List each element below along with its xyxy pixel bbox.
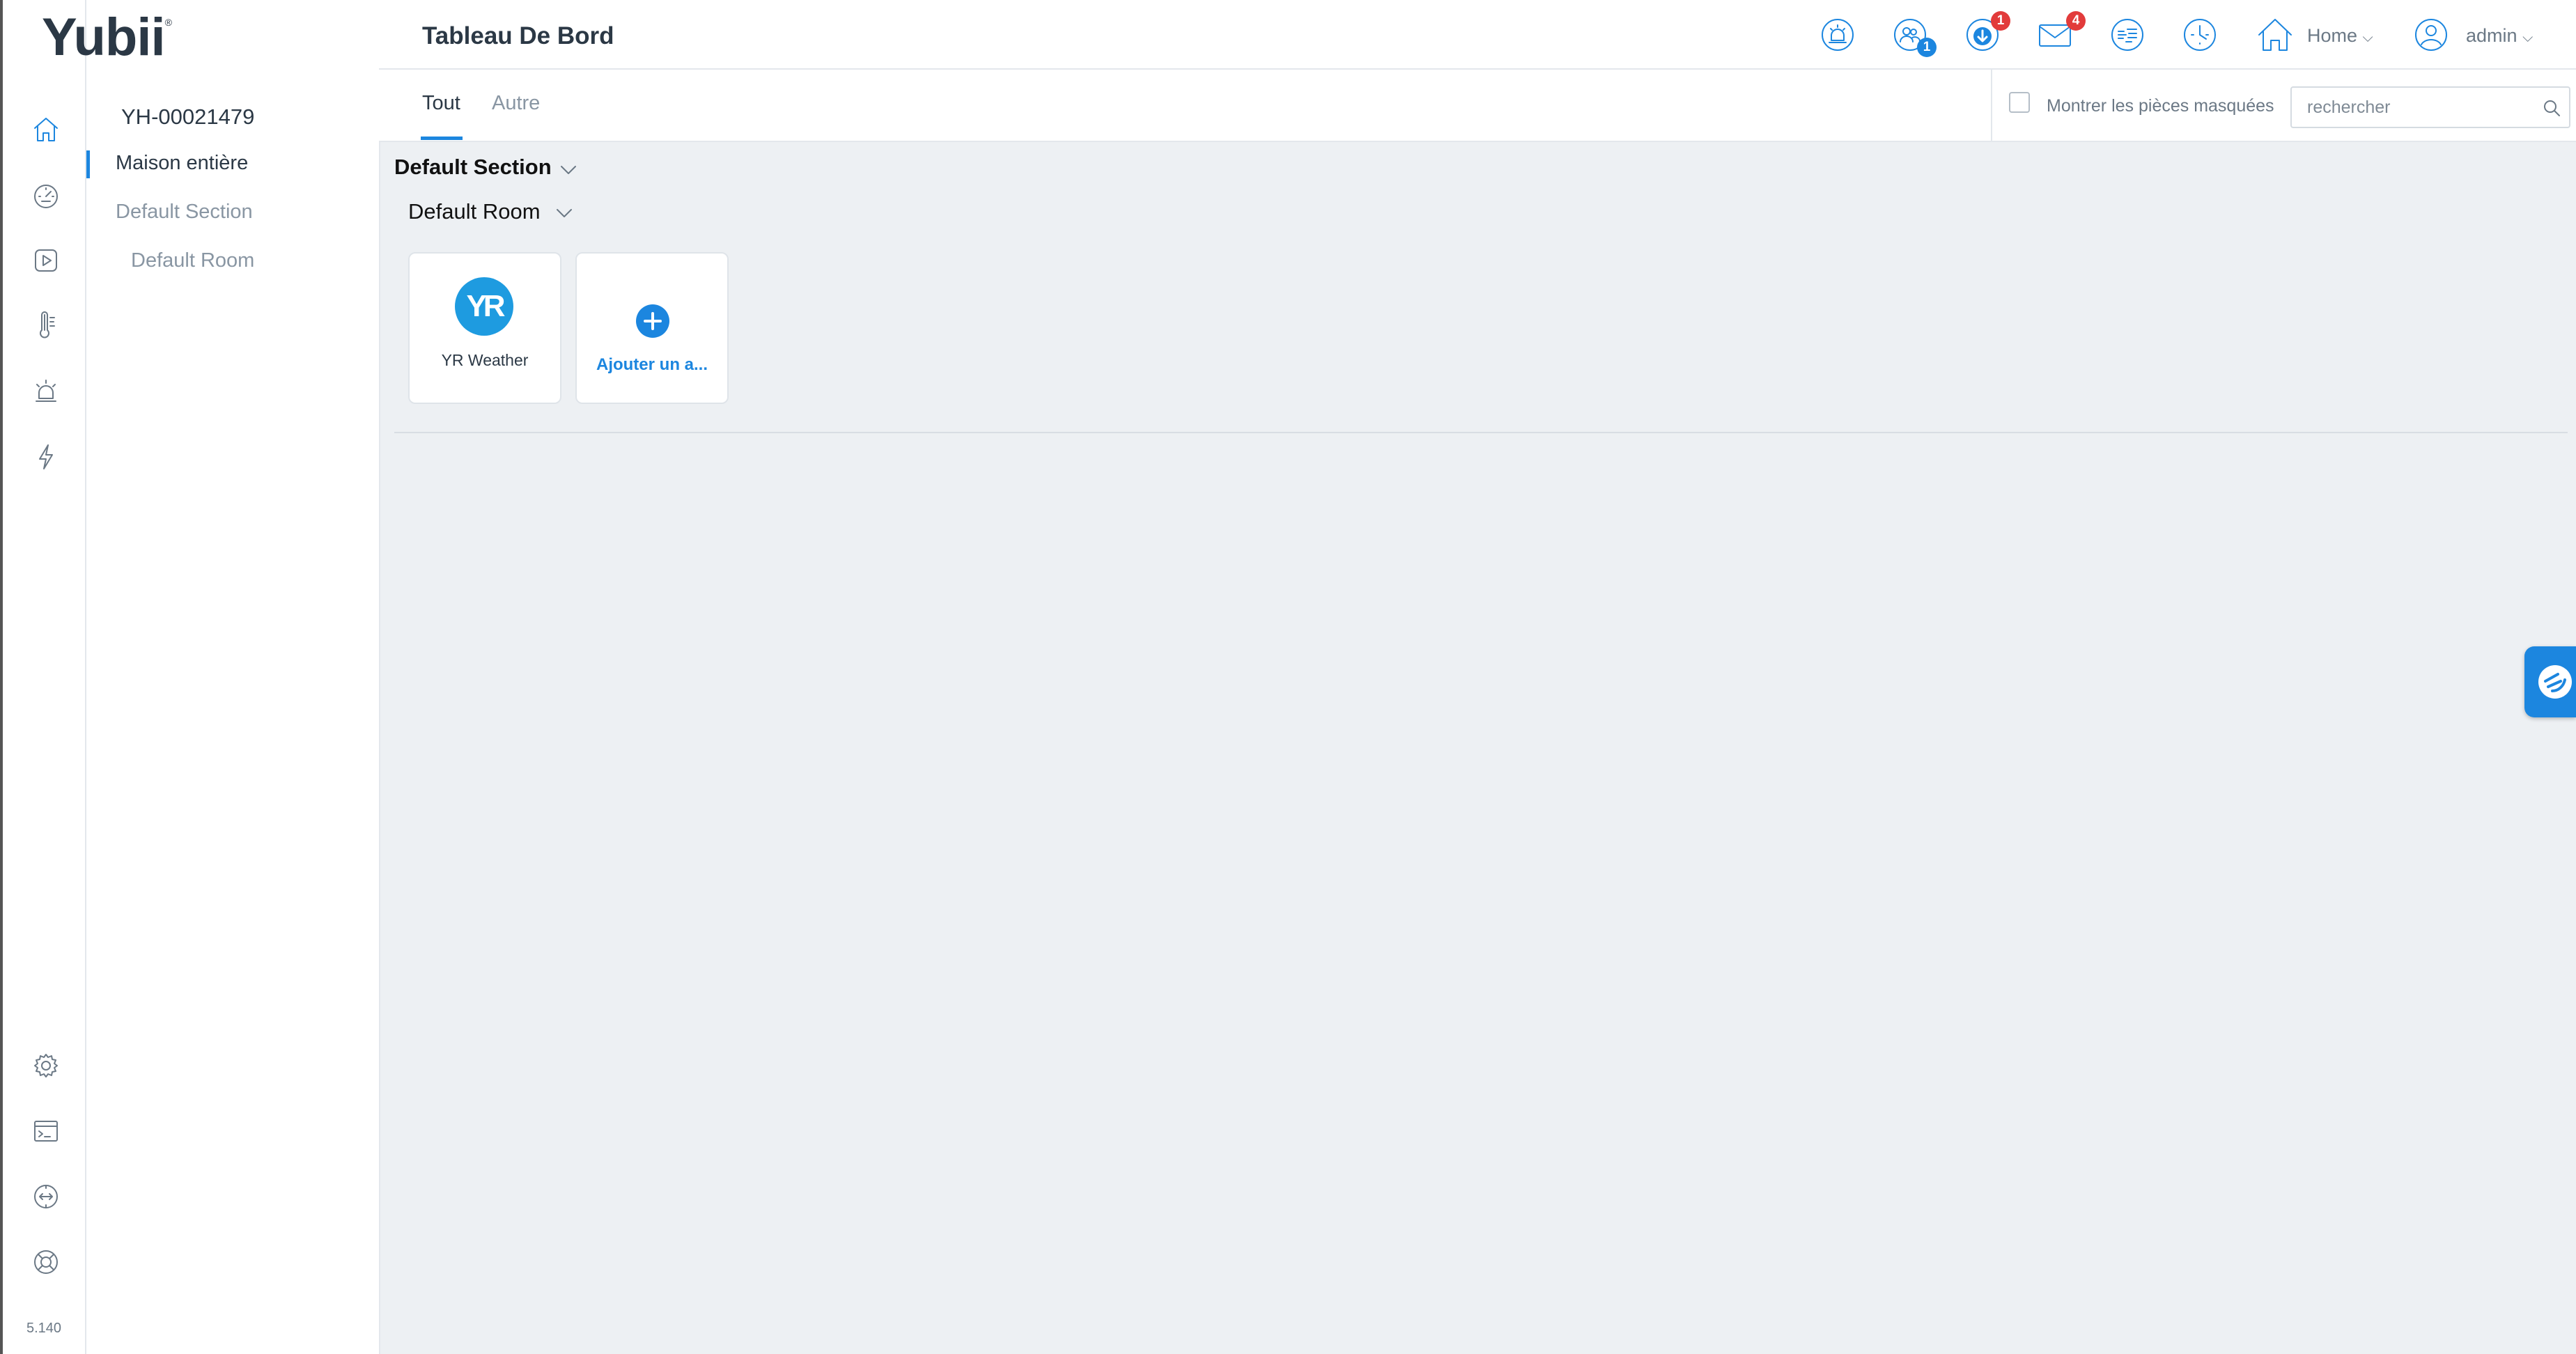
climate-icon[interactable]: [29, 309, 63, 343]
app-logo: Yubii®: [42, 8, 172, 67]
assistant-button[interactable]: [2524, 646, 2576, 717]
terminal-icon[interactable]: [29, 1114, 63, 1148]
active-tab-indicator: [421, 137, 463, 140]
search-box: [2290, 86, 2570, 128]
alarm-icon[interactable]: [1820, 17, 1856, 53]
page-title: Tableau De Bord: [422, 22, 614, 49]
tab-all[interactable]: Tout: [422, 92, 460, 115]
plus-circle-icon: [636, 304, 669, 338]
tree-item-default-room[interactable]: Default Room: [131, 249, 254, 272]
scenes-icon[interactable]: [29, 244, 63, 277]
alarm-icon[interactable]: [29, 375, 63, 408]
filter-tabs-bar: Tout Autre Montrer les pièces masquées: [379, 70, 2576, 142]
settings-icon[interactable]: [29, 1049, 63, 1082]
device-tile-label: YR Weather: [441, 351, 529, 369]
home-icon[interactable]: [29, 113, 63, 146]
show-hidden-rooms-checkbox[interactable]: [2009, 92, 2030, 113]
clock-icon[interactable]: [2182, 17, 2218, 53]
active-indicator: [86, 150, 90, 178]
search-input[interactable]: [2292, 88, 2536, 127]
home-selector-label: Home: [2307, 25, 2358, 46]
section-title[interactable]: Default Section: [394, 155, 552, 180]
climate-zones-icon[interactable]: [2109, 17, 2146, 53]
tab-other[interactable]: Autre: [492, 92, 540, 115]
search-icon[interactable]: [2541, 98, 2562, 118]
user-menu-label: admin: [2466, 25, 2517, 46]
users-badge: 1: [1917, 38, 1937, 57]
tree-item-whole-house[interactable]: Maison entière: [116, 152, 248, 175]
add-device-label: Ajouter un a...: [596, 355, 708, 374]
chevron-down-icon: ⌵: [2362, 30, 2373, 45]
add-device-tile[interactable]: Ajouter un a...: [575, 252, 729, 404]
room-tree: YH-00021479 Maison entière Default Secti…: [86, 70, 380, 1354]
chevron-down-icon: ⌵: [2522, 30, 2534, 45]
show-hidden-rooms-label: Montrer les pièces masquées: [2047, 96, 2274, 116]
icon-sidebar: Yubii® 5.140: [3, 0, 172, 1354]
messages-badge: 4: [2066, 11, 2086, 31]
device-tile-yr-weather[interactable]: YR YR Weather: [408, 252, 561, 404]
user-avatar-icon[interactable]: [2413, 17, 2449, 53]
chevron-down-icon[interactable]: [559, 163, 578, 177]
assistant-hand-icon: [2538, 665, 2572, 699]
updates-badge: 1: [1991, 11, 2010, 31]
dashboard-icon[interactable]: [29, 178, 63, 212]
chevron-down-icon[interactable]: [554, 206, 574, 220]
yr-logo-icon: YR: [455, 277, 513, 336]
app-version: 5.140: [26, 1321, 62, 1336]
user-menu[interactable]: admin ⌵: [2466, 25, 2533, 47]
network-icon[interactable]: [29, 1180, 63, 1213]
toolbar-tools: Montrer les pièces masquées: [1991, 70, 2576, 141]
tree-item-default-section[interactable]: Default Section: [116, 201, 253, 224]
top-header: Tableau De Bord 1 1 4 Home ⌵ admin ⌵: [379, 0, 2576, 70]
main-content: Default Section Default Room YR YR Weath…: [380, 142, 2576, 1354]
section-divider: [394, 432, 2568, 433]
home-selector[interactable]: Home ⌵: [2307, 25, 2373, 47]
energy-icon[interactable]: [29, 440, 63, 474]
room-title[interactable]: Default Room: [408, 199, 541, 224]
support-icon[interactable]: [29, 1245, 63, 1279]
house-icon[interactable]: [2256, 17, 2295, 53]
gateway-id: YH-00021479: [121, 104, 255, 129]
